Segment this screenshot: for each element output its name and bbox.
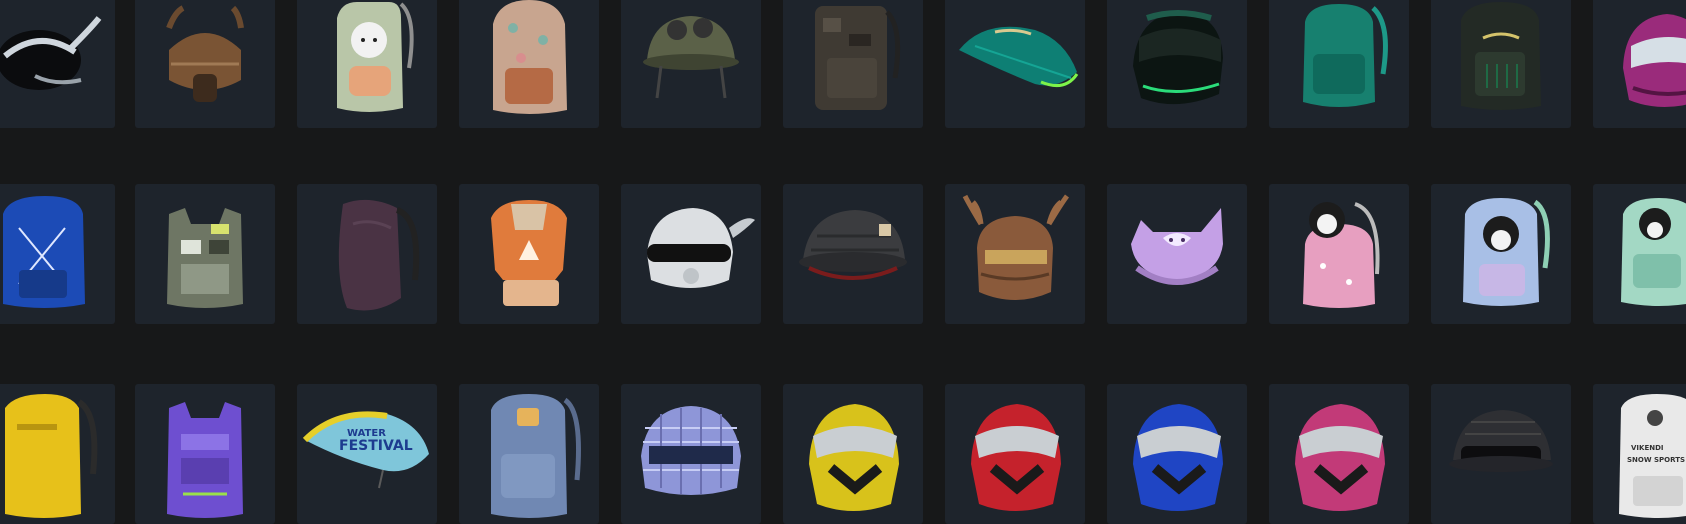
- item-tile[interactable]: [1269, 184, 1409, 324]
- teal-parachute-icon: [959, 26, 1079, 88]
- inventory-grid: WATER FESTIVAL VIKENDI SNOW SPORTS: [0, 0, 1686, 524]
- item-tile[interactable]: [135, 184, 275, 324]
- item-tile[interactable]: [459, 384, 599, 524]
- item-tile[interactable]: [1107, 384, 1247, 524]
- black-quilted-helmet-icon: [799, 210, 907, 280]
- red-moto-helmet-icon: [971, 404, 1061, 511]
- orange-fox-backpack-icon: [491, 200, 567, 306]
- carbon-helmet-icon: [1449, 410, 1553, 472]
- yellow-backpack-icon: [5, 394, 98, 518]
- goggles-helmet-icon: [643, 16, 739, 99]
- item-tile[interactable]: [0, 0, 115, 128]
- item-tile[interactable]: [297, 184, 437, 324]
- item-tile[interactable]: [1431, 0, 1571, 128]
- inventory-row: [0, 0, 1686, 128]
- item-tile[interactable]: [0, 384, 115, 524]
- item-tile[interactable]: [1269, 0, 1409, 128]
- camo-backpack-icon: [815, 6, 901, 110]
- green-racing-helmet-icon: [1133, 10, 1223, 105]
- item-tile[interactable]: [1593, 184, 1686, 324]
- item-tile[interactable]: [459, 0, 599, 128]
- item-tile[interactable]: [297, 0, 437, 128]
- item-tile[interactable]: [621, 0, 761, 128]
- puppy-backpack-icon: [337, 2, 414, 112]
- parachute-label-bottom: FESTIVAL: [339, 438, 413, 454]
- snow-sports-backpack-icon: VIKENDI SNOW SPORTS: [1619, 394, 1686, 518]
- backpack-label-line1: VIKENDI: [1631, 444, 1664, 452]
- item-tile[interactable]: [621, 384, 761, 524]
- dark-green-backpack-icon: [1461, 2, 1541, 110]
- teal-backpack-icon: [1303, 4, 1388, 107]
- antler-helmet-icon: [962, 194, 1070, 300]
- blue-backpack-icon: [3, 196, 85, 308]
- purple-vest-icon: [167, 402, 243, 518]
- item-tile[interactable]: [945, 0, 1085, 128]
- item-tile[interactable]: [1431, 184, 1571, 324]
- item-tile[interactable]: [783, 0, 923, 128]
- blue-moto-helmet-icon: [1133, 404, 1223, 511]
- item-tile[interactable]: [945, 384, 1085, 524]
- mint-dog-backpack-icon: [1621, 198, 1686, 306]
- item-tile[interactable]: [945, 184, 1085, 324]
- item-tile[interactable]: WATER FESTIVAL: [297, 384, 437, 524]
- item-tile[interactable]: [621, 184, 761, 324]
- purple-cat-helmet-icon: [1131, 208, 1223, 285]
- item-tile[interactable]: [1593, 0, 1686, 128]
- dark-purple-backpack-icon: [338, 199, 420, 311]
- purple-moto-helmet-icon: [1623, 14, 1686, 107]
- item-tile[interactable]: [1269, 384, 1409, 524]
- camo-vest-icon: [167, 208, 243, 308]
- pink-moto-helmet-icon: [1295, 404, 1385, 511]
- backpack-label-line2: SNOW SPORTS: [1627, 456, 1685, 464]
- floral-backpack-icon: [493, 0, 567, 114]
- inventory-row: [0, 184, 1686, 324]
- item-tile[interactable]: [135, 384, 275, 524]
- item-tile[interactable]: [459, 184, 599, 324]
- pastel-dog-backpack-icon: [1463, 198, 1550, 306]
- inventory-row: WATER FESTIVAL VIKENDI SNOW SPORTS: [0, 384, 1686, 524]
- denim-backpack-icon: [491, 394, 581, 518]
- item-tile[interactable]: [0, 184, 115, 324]
- pink-dog-backpack-icon: [1303, 202, 1380, 308]
- item-tile[interactable]: [783, 384, 923, 524]
- item-tile[interactable]: [783, 184, 923, 324]
- bronze-viking-helmet-icon: [166, 5, 244, 102]
- disco-helmet-icon: [641, 406, 741, 495]
- white-winged-helmet-icon: [647, 208, 755, 288]
- item-tile[interactable]: [1431, 384, 1571, 524]
- item-tile[interactable]: [135, 0, 275, 128]
- yellow-moto-helmet-icon: [809, 404, 899, 511]
- festival-parachute-icon: WATER FESTIVAL: [302, 411, 429, 489]
- chrome-horned-helmet-icon: [0, 16, 102, 90]
- item-tile[interactable]: [1107, 0, 1247, 128]
- item-tile[interactable]: VIKENDI SNOW SPORTS: [1593, 384, 1686, 524]
- item-tile[interactable]: [1107, 184, 1247, 324]
